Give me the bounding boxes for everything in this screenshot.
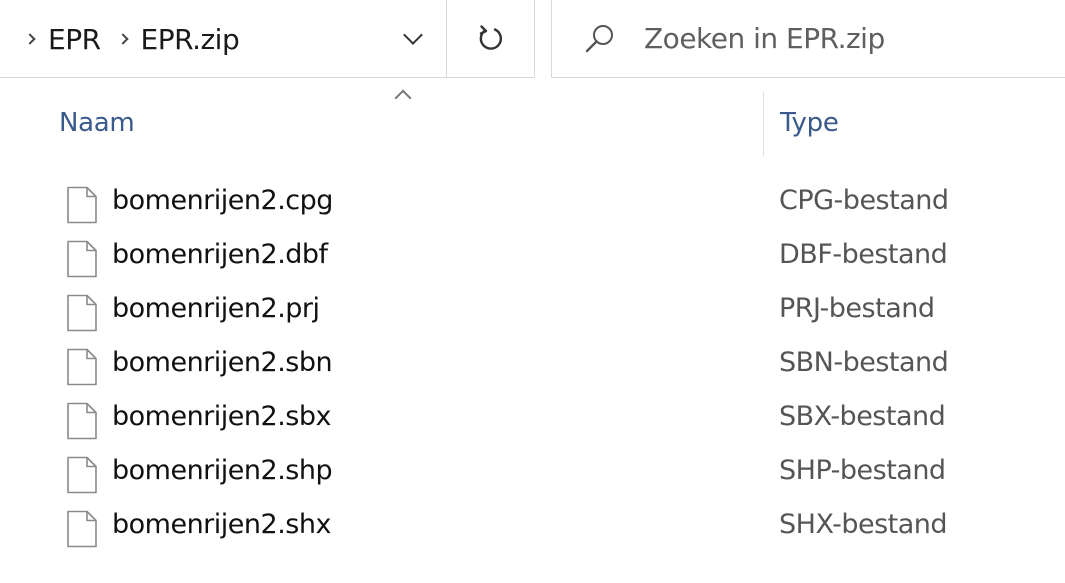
file-name: bomenrijen2.cpg <box>112 185 333 216</box>
file-name: bomenrijen2.prj <box>112 293 320 324</box>
file-row[interactable]: bomenrijen2.shp SHP-bestand <box>0 446 1065 500</box>
file-type: SHX-bestand <box>779 509 948 540</box>
chevron-right-icon[interactable] <box>24 33 36 45</box>
search-input[interactable] <box>642 21 1046 56</box>
file-type: SHP-bestand <box>779 455 946 486</box>
breadcrumb-item-epr[interactable]: EPR <box>48 23 101 56</box>
column-header-type[interactable]: Type <box>780 108 839 138</box>
file-name: bomenrijen2.sbx <box>112 401 331 432</box>
file-icon <box>67 348 97 386</box>
chevron-down-icon <box>403 25 423 45</box>
file-list: bomenrijen2.cpg CPG-bestand bomenrijen2.… <box>0 176 1065 554</box>
file-type: SBX-bestand <box>779 401 946 432</box>
search-box[interactable] <box>551 0 1065 78</box>
refresh-icon <box>479 25 502 50</box>
refresh-button[interactable] <box>446 0 534 78</box>
file-row[interactable]: bomenrijen2.prj PRJ-bestand <box>0 284 1065 338</box>
file-icon <box>67 294 97 332</box>
file-name: bomenrijen2.sbn <box>112 347 333 378</box>
file-row[interactable]: bomenrijen2.shx SHX-bestand <box>0 500 1065 554</box>
file-row[interactable]: bomenrijen2.dbf DBF-bestand <box>0 230 1065 284</box>
chevron-right-icon[interactable] <box>116 33 129 45</box>
address-history-button[interactable] <box>382 0 444 78</box>
search-icon <box>585 24 613 52</box>
file-icon <box>67 186 97 224</box>
file-type: CPG-bestand <box>779 185 949 216</box>
column-header-name[interactable]: Naam <box>59 108 135 138</box>
file-row[interactable]: bomenrijen2.sbx SBX-bestand <box>0 392 1065 446</box>
breadcrumb-item-epr-zip[interactable]: EPR.zip <box>141 23 240 56</box>
address-bar[interactable]: EPR EPR.zip <box>0 0 535 78</box>
breadcrumb: EPR EPR.zip <box>0 0 257 78</box>
file-name: bomenrijen2.dbf <box>112 239 328 270</box>
file-icon <box>67 240 97 278</box>
file-name: bomenrijen2.shx <box>112 509 331 540</box>
file-name: bomenrijen2.shp <box>112 455 333 486</box>
file-icon <box>67 402 97 440</box>
file-icon <box>67 456 97 494</box>
file-row[interactable]: bomenrijen2.sbn SBN-bestand <box>0 338 1065 392</box>
file-row[interactable]: bomenrijen2.cpg CPG-bestand <box>0 176 1065 230</box>
file-icon <box>67 510 97 548</box>
file-type: DBF-bestand <box>779 239 948 270</box>
file-explorer-window: EPR EPR.zip Naam Type <box>0 0 1065 583</box>
sort-ascending-icon <box>394 89 412 107</box>
file-type: SBN-bestand <box>779 347 949 378</box>
file-type: PRJ-bestand <box>779 293 935 324</box>
column-divider[interactable] <box>763 92 764 156</box>
